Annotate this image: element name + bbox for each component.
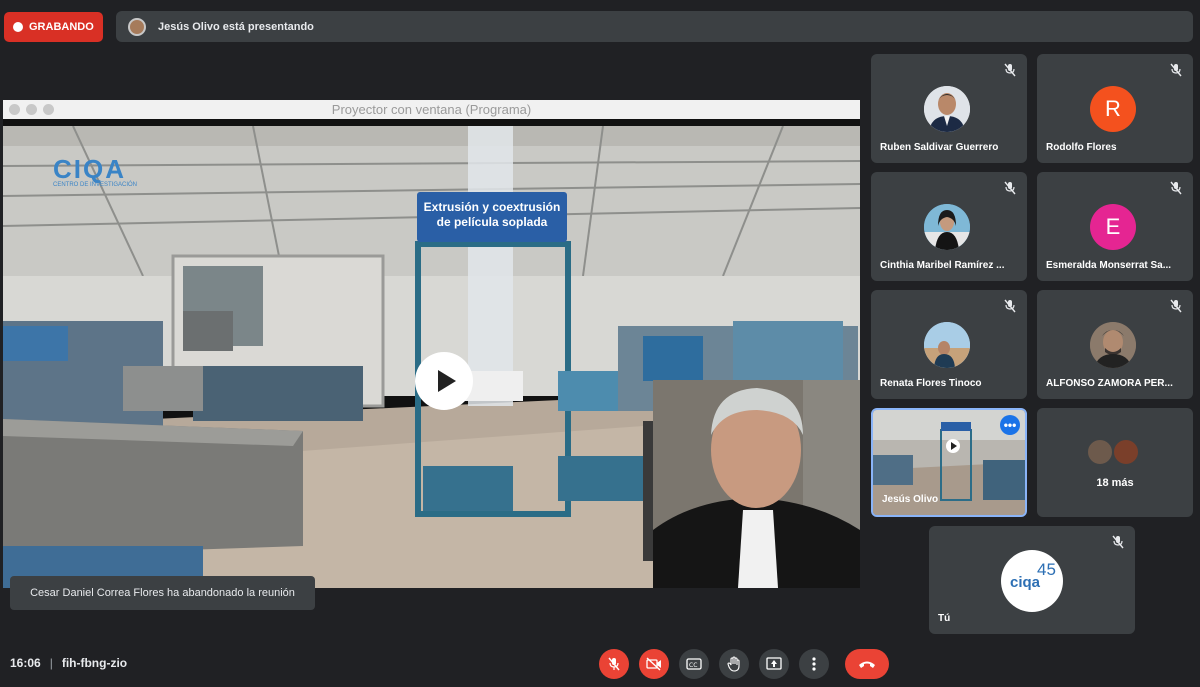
participant-avatar [1090,322,1136,368]
participant-name: ALFONSO ZAMORA PER... [1046,378,1173,389]
end-call-button[interactable] [845,649,889,679]
participant-name: Tú [938,613,951,624]
projector-window-title: Proyector con ventana (Programa) [331,102,532,117]
participant-tile[interactable]: Ruben Saldivar Guerrero [871,54,1027,163]
participant-avatar: R [1090,86,1136,132]
more-options-button[interactable] [799,649,829,679]
present-now-button[interactable] [759,649,789,679]
presenter-avatar [128,17,146,36]
captions-button[interactable]: CC [679,649,709,679]
sign-line-1: Extrusión y coextrusión [423,200,561,214]
projector-window-titlebar: Proyector con ventana (Programa) [3,100,860,119]
participant-avatar [924,204,970,250]
participant-tile[interactable]: ALFONSO ZAMORA PER... [1037,290,1193,399]
avatar-photo [924,322,970,368]
mic-off-icon [1112,535,1124,549]
participant-name: Ruben Saldivar Guerrero [880,142,999,153]
avatar-photo [1090,322,1136,368]
leave-notification-text: Cesar Daniel Correa Flores ha abandonado… [30,587,295,599]
participant-avatar: E [1090,204,1136,250]
avatar-photo [924,86,970,132]
others-avatar-group [1086,438,1146,466]
raise-hand-icon [727,656,740,672]
ciqa-logo-text: CIQA [53,154,126,184]
captions-icon: CC [686,658,702,670]
mic-off-icon [1170,63,1182,77]
presenter-webcam-image [653,380,860,588]
mic-off-icon [1004,63,1016,77]
participant-avatar [924,86,970,132]
ciqa-logo-subtitle: CENTRO DE INVESTIGACIÓN [53,182,138,188]
participant-name: Rodolfo Flores [1046,142,1117,153]
extrusion-sign: Extrusión y coextrusión de película sopl… [417,192,567,242]
participant-name: Renata Flores Tinoco [880,378,982,389]
participant-avatar [924,322,970,368]
participant-tile-presenter[interactable]: ••• Jesús Olivo [871,408,1027,517]
recording-label: GRABANDO [29,21,94,33]
participant-tile[interactable]: R Rodolfo Flores [1037,54,1193,163]
ciqa-logo: CIQA CENTRO DE INVESTIGACIÓN [53,156,153,188]
participant-name: Cinthia Maribel Ramírez ... [880,260,1005,271]
more-options-icon[interactable]: ••• [1000,415,1020,435]
participant-avatar [1086,438,1114,466]
participant-tile[interactable]: E Esmeralda Monserrat Sa... [1037,172,1193,281]
participant-tile[interactable]: Cinthia Maribel Ramírez ... [871,172,1027,281]
raise-hand-button[interactable] [719,649,749,679]
participant-tile[interactable]: Renata Flores Tinoco [871,290,1027,399]
presenter-banner: Jesús Olivo está presentando [116,11,1193,42]
toggle-mic-button[interactable] [599,649,629,679]
recording-badge[interactable]: GRABANDO [4,12,103,42]
sign-line-2: de película soplada [436,215,548,229]
svg-text:CC: CC [689,662,697,669]
mic-off-icon [1004,181,1016,195]
present-icon [766,657,782,670]
play-button[interactable] [415,352,473,410]
toggle-camera-button[interactable] [639,649,669,679]
mic-off-icon [1170,181,1182,195]
others-count: 18 más [1096,477,1134,489]
record-dot-icon [13,22,23,32]
meeting-time: 16:06 [10,656,41,670]
presenter-webcam-overlay [653,380,860,588]
more-options-icon [812,657,816,671]
self-avatar-logo: ciqa 45 [1001,550,1063,612]
others-tile[interactable]: 18 más [1037,408,1193,517]
shared-screen: Proyector con ventana (Programa) CIQA CE… [3,100,860,588]
participant-name: Jesús Olivo [882,494,939,505]
participant-avatar [1112,438,1140,466]
ciqa-45-logo-text: ciqa [1010,574,1041,591]
mic-off-icon [1170,299,1182,313]
call-controls: CC [599,649,889,679]
participant-name: Esmeralda Monserrat Sa... [1046,260,1172,271]
meeting-info: 16:06 | fih-fbng-zio [10,656,127,670]
avatar-photo [924,204,970,250]
info-separator: | [49,656,53,670]
end-call-icon [859,661,875,668]
mic-off-icon [608,657,620,671]
mic-off-icon [1004,299,1016,313]
leave-notification: Cesar Daniel Correa Flores ha abandonado… [10,576,315,610]
presenter-banner-text: Jesús Olivo está presentando [158,20,314,33]
camera-off-icon [646,657,661,671]
self-tile[interactable]: ciqa 45 Tú [929,526,1135,634]
meeting-code: fih-fbng-zio [61,656,128,670]
ciqa-45-logo-number: 45 [1037,560,1056,579]
